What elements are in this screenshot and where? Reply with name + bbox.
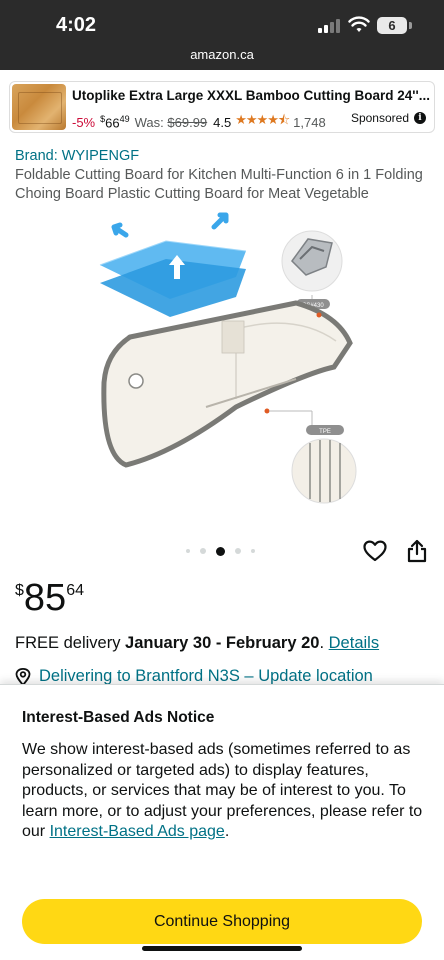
ads-notice-title: Interest-Based Ads Notice [22, 709, 215, 726]
price-fraction: 64 [66, 582, 84, 599]
sponsored-label[interactable]: Sponsored i [351, 111, 426, 125]
status-bar: 4:02 6 amazon.ca [0, 0, 444, 70]
interest-based-ads-link[interactable]: Interest-Based Ads page [50, 823, 225, 840]
delivery-info: FREE delivery January 30 - February 20. … [15, 634, 380, 652]
heart-icon[interactable] [363, 540, 387, 562]
wifi-icon [348, 16, 370, 32]
status-time: 4:02 [56, 14, 97, 36]
was-price: Was: $69.99 [134, 114, 208, 130]
home-indicator[interactable] [142, 946, 302, 951]
info-icon[interactable]: i [414, 112, 426, 124]
material-label-bottom: TPE [319, 429, 331, 435]
carousel-dot[interactable] [235, 548, 241, 554]
price-whole: 85 [23, 577, 67, 619]
star-rating-icon: ★★★★⯪ [235, 112, 290, 127]
ads-notice-sheet: Interest-Based Ads Notice We show intere… [0, 684, 444, 960]
continue-shopping-button[interactable]: Continue Shopping [22, 899, 422, 944]
product-image[interactable]: SS#430 TPE [86, 203, 366, 513]
price-currency: $ [15, 582, 24, 599]
carousel-dot[interactable] [200, 548, 206, 554]
carousel-dot[interactable] [251, 549, 255, 553]
rating-value: 4.5 [213, 114, 232, 130]
cellular-signal-icon [318, 19, 344, 33]
share-icon[interactable] [407, 539, 427, 563]
ads-notice-body: We show interest-based ads (sometimes re… [22, 741, 423, 840]
sponsored-product-image[interactable] [12, 84, 66, 130]
sponsored-product-banner[interactable]: Utoplike Extra Large XXXL Bamboo Cutting… [9, 81, 435, 133]
sponsored-product-title[interactable]: Utoplike Extra Large XXXL Bamboo Cutting… [72, 88, 430, 103]
product-title: Foldable Cutting Board for Kitchen Multi… [15, 167, 423, 202]
sponsored-product-price-line: -5% $6649 Was: $69.99 4.5 ★★★★⯪ 1,748 [72, 111, 326, 133]
address-bar-url[interactable]: amazon.ca [0, 47, 444, 62]
battery-tip [409, 22, 412, 29]
discount-percent: -5% [72, 114, 96, 130]
location-pin-icon [15, 667, 31, 686]
product-price: $ 85 64 [15, 576, 84, 620]
image-carousel-dots[interactable] [186, 546, 265, 556]
battery-icon: 6 [377, 17, 407, 34]
carousel-dot-active[interactable] [216, 546, 225, 556]
review-count: 1,748 [293, 114, 326, 130]
delivery-details-link[interactable]: Details [329, 634, 379, 652]
brand-link[interactable]: Brand: WYIPENGF [15, 148, 139, 164]
waterproof-layers-illustration [99, 212, 247, 317]
delivery-dates: January 30 - February 20 [125, 634, 320, 652]
sponsored-price: $6649 [100, 113, 130, 131]
carousel-dot[interactable] [186, 549, 190, 553]
